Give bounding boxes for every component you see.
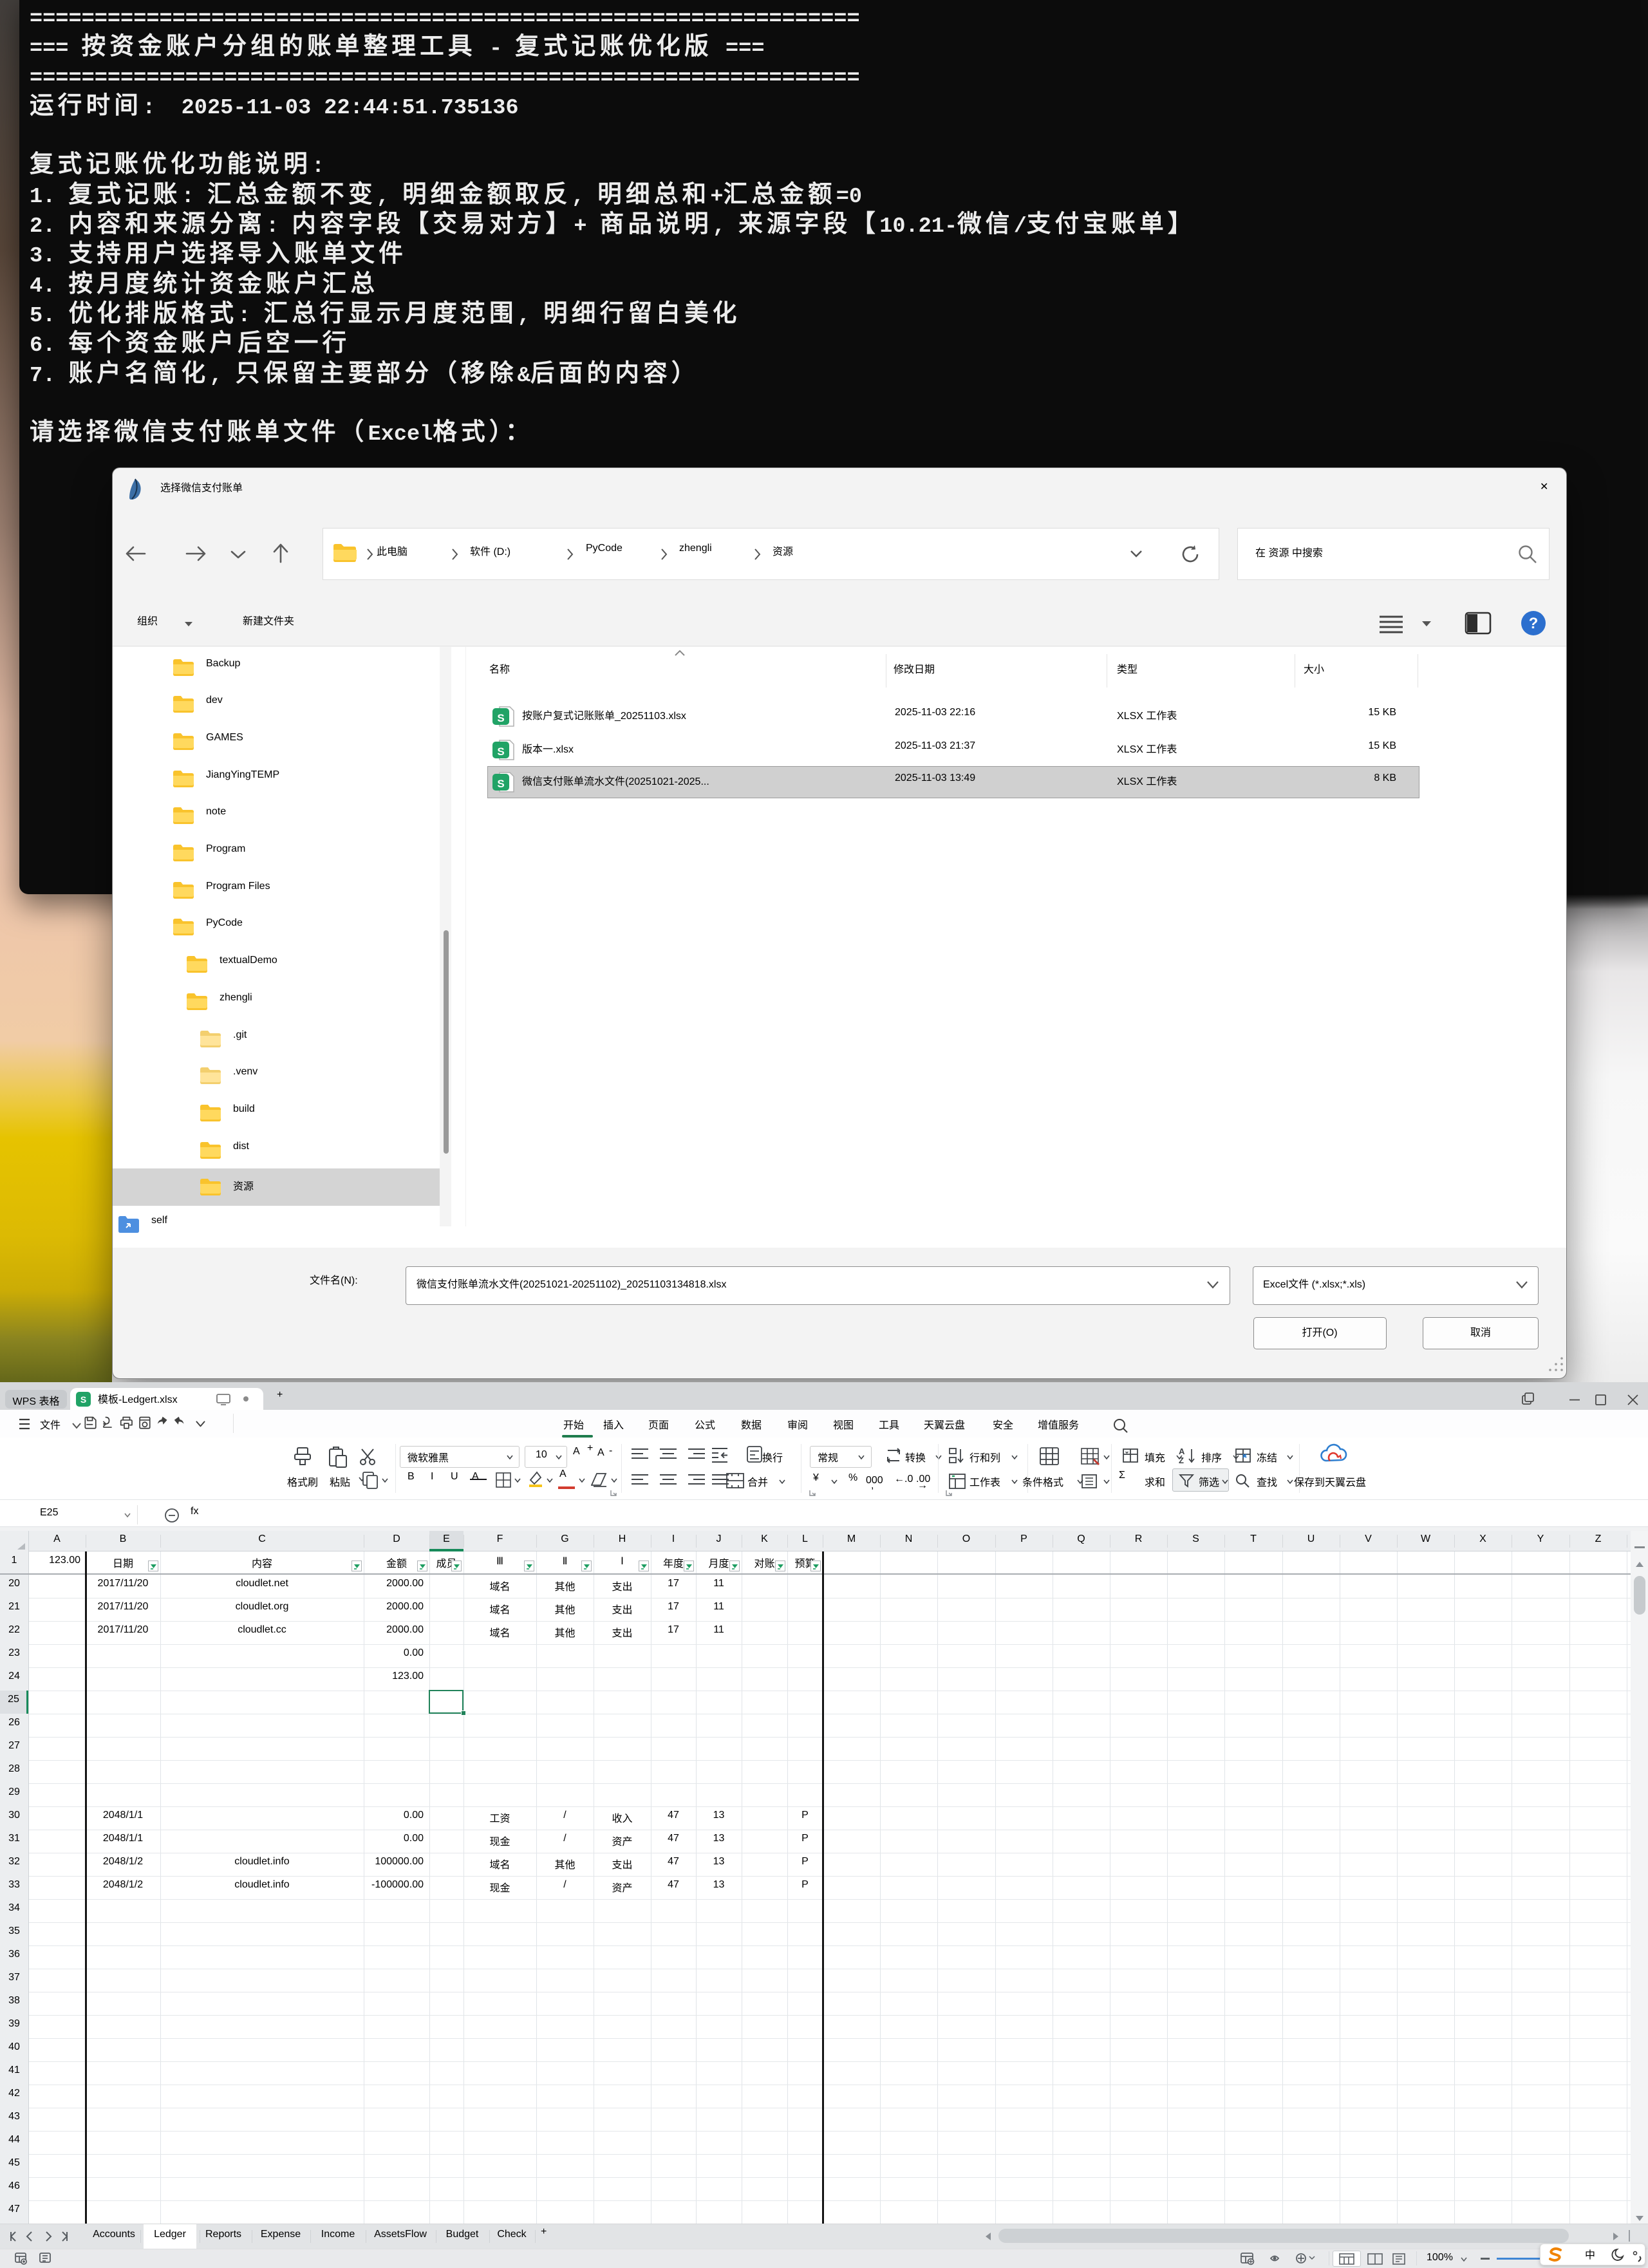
svg-text:A: A — [1179, 1447, 1185, 1456]
svg-text:S: S — [497, 745, 504, 758]
svg-text:S: S — [497, 778, 504, 790]
svg-text:?: ? — [1529, 615, 1539, 632]
svg-text:S: S — [497, 712, 504, 724]
svg-text:S: S — [80, 1394, 86, 1405]
svg-text:Z: Z — [1179, 1456, 1184, 1465]
